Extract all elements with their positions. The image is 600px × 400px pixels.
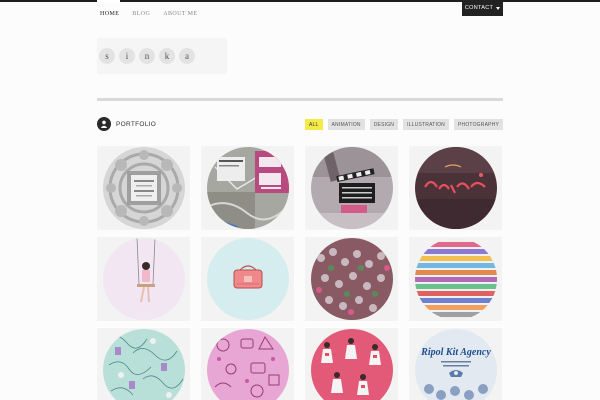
- filter-photography[interactable]: PHOTOGRAPHY: [453, 119, 503, 130]
- fashion-figures-thumbnail: [311, 329, 393, 400]
- portfolio-item[interactable]: [409, 146, 502, 230]
- neon-sign-thumbnail: [415, 147, 497, 229]
- contact-button[interactable]: CONTACT: [462, 0, 503, 16]
- filter-bar: ALL ANIMATION DESIGN ILLUSTRATION PHOTOG…: [305, 119, 503, 130]
- logo-letter: n: [139, 48, 155, 64]
- portfolio-item[interactable]: [97, 237, 190, 321]
- filter-all[interactable]: ALL: [305, 119, 323, 130]
- portfolio-item[interactable]: [409, 237, 502, 321]
- filter-illustration[interactable]: ILLUSTRATION: [403, 119, 449, 130]
- portfolio-item[interactable]: Ripol Kit Agency: [409, 328, 502, 400]
- map-collage-thumbnail: [207, 147, 289, 229]
- portfolio-item[interactable]: [201, 237, 294, 321]
- pink-bag-thumbnail: [207, 238, 289, 320]
- portfolio-item[interactable]: [201, 146, 294, 230]
- portfolio-item[interactable]: [97, 146, 190, 230]
- caret-down-icon: [496, 6, 501, 10]
- top-bar: [0, 0, 600, 2]
- filter-design[interactable]: DESIGN: [369, 119, 399, 130]
- filter-animation[interactable]: ANIMATION: [327, 119, 365, 130]
- snowflake-poster-thumbnail: [103, 147, 185, 229]
- clapperboard-thumbnail: [311, 147, 393, 229]
- pink-doodles-thumbnail: [207, 329, 289, 400]
- logo-letter: i: [119, 48, 135, 64]
- rainbow-stripes-thumbnail: [415, 238, 497, 320]
- header-divider: [97, 98, 503, 101]
- portfolio-item[interactable]: [305, 146, 398, 230]
- active-nav-indicator: [97, 0, 120, 2]
- portfolio-item[interactable]: [305, 328, 398, 400]
- contact-label: CONTACT: [464, 5, 494, 11]
- portfolio-user-icon: [97, 117, 111, 131]
- portfolio-item[interactable]: [97, 328, 190, 400]
- agency-poster-title: Ripol Kit Agency: [420, 347, 491, 358]
- logo-letter: a: [179, 48, 195, 64]
- portfolio-item[interactable]: [305, 237, 398, 321]
- portfolio-page: HOME BLOG ABOUT ME CONTACT s i n k a POR…: [0, 0, 600, 400]
- nav-about-me[interactable]: ABOUT ME: [163, 11, 197, 17]
- portfolio-title: PORTFOLIO: [116, 121, 157, 128]
- logo-letter: k: [159, 48, 175, 64]
- nav-home[interactable]: HOME: [100, 11, 119, 17]
- sketch-pattern-thumbnail: [103, 329, 185, 400]
- agency-poster-thumbnail: Ripol Kit Agency: [415, 329, 497, 400]
- swing-girl-thumbnail: [103, 238, 185, 320]
- nav-blog[interactable]: BLOG: [132, 11, 150, 17]
- main-nav: HOME BLOG ABOUT ME: [100, 11, 197, 17]
- beads-thumbnail: [311, 238, 393, 320]
- site-logo[interactable]: s i n k a: [97, 38, 227, 74]
- logo-letter: s: [99, 48, 115, 64]
- portfolio-item[interactable]: [201, 328, 294, 400]
